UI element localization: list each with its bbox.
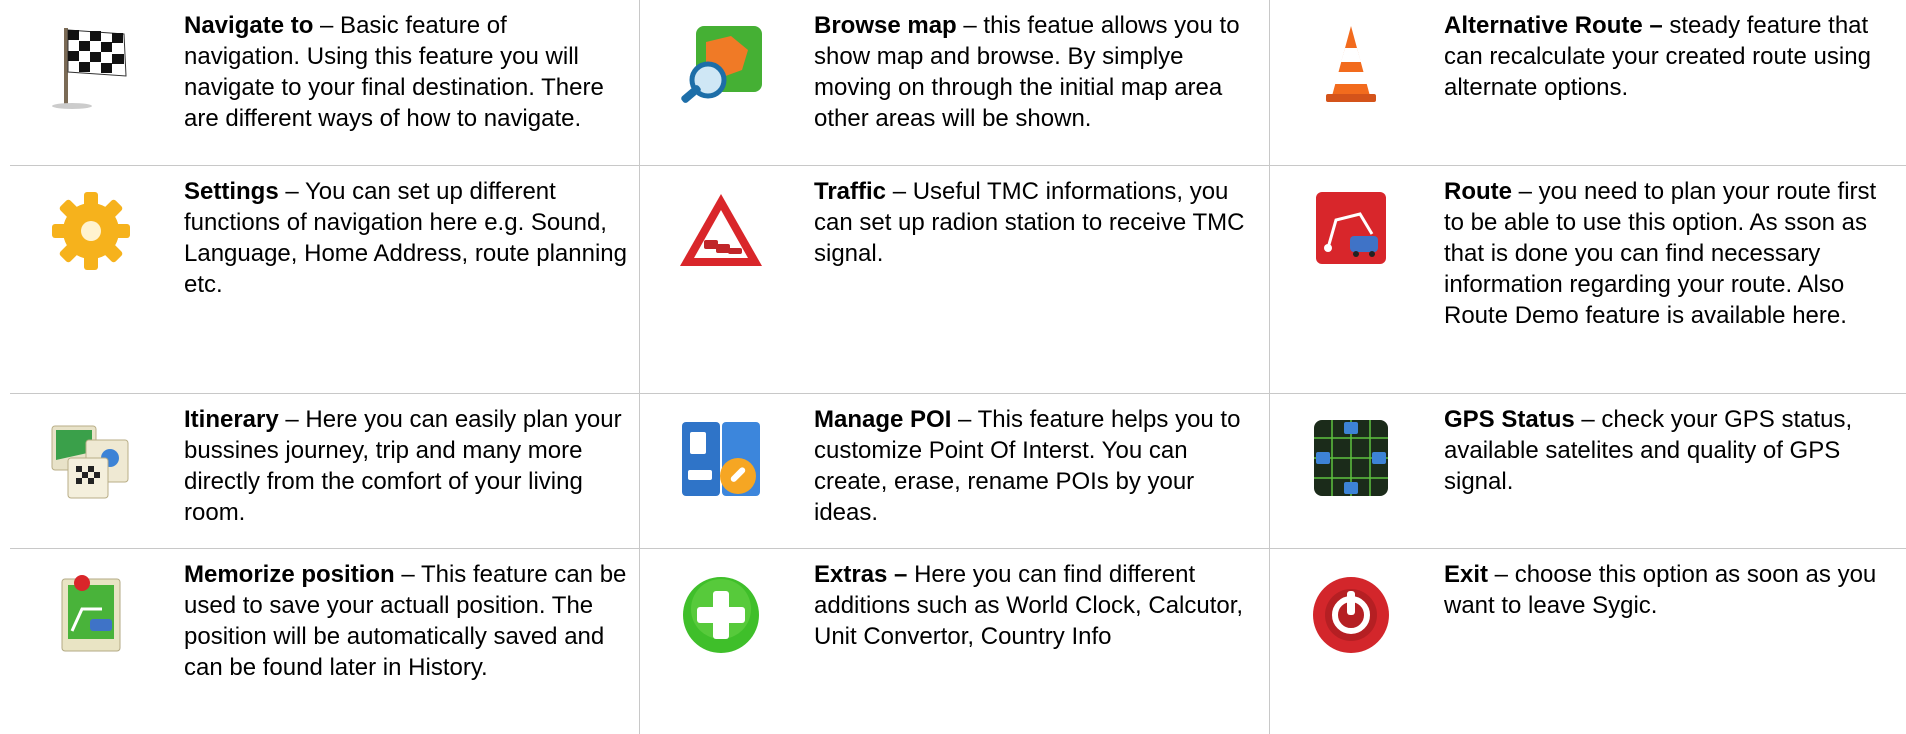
- feature-text: GPS Status – check your GPS status, avai…: [1444, 404, 1896, 497]
- feature-cell-browse-map: Browse map – this featue allows you to s…: [640, 0, 1270, 166]
- feature-title: Browse map: [814, 12, 957, 39]
- feature-title: Exit: [1444, 561, 1489, 588]
- feature-cell-extras: Extras – Here you can find different add…: [640, 549, 1270, 734]
- plus-circle-icon: [676, 569, 766, 659]
- feature-title: Extras –: [814, 561, 908, 588]
- feature-title: Navigate to: [184, 12, 314, 39]
- feature-cell-navigate-to: Navigate to – Basic feature of navigatio…: [10, 0, 640, 166]
- feature-cell-alternative-route: Alternative Route – steady feature that …: [1270, 0, 1906, 166]
- feature-text: Alternative Route – steady feature that …: [1444, 10, 1896, 103]
- feature-cell-route: Route – you need to plan your route firs…: [1270, 166, 1906, 394]
- feature-title: GPS Status: [1444, 406, 1575, 433]
- gear-icon: [46, 186, 136, 276]
- feature-cell-exit: Exit – choose this option as soon as you…: [1270, 549, 1906, 734]
- feature-cell-gps-status: GPS Status – check your GPS status, avai…: [1270, 394, 1906, 549]
- feature-description: – choose this option as soon as you want…: [1444, 561, 1877, 619]
- traffic-warning-icon: [676, 186, 766, 276]
- feature-text: Route – you need to plan your route firs…: [1444, 176, 1896, 331]
- feature-title: Traffic: [814, 178, 887, 205]
- feature-cell-manage-poi: Manage POI – This feature helps you to c…: [640, 394, 1270, 549]
- feature-text: Settings – You can set up different func…: [184, 176, 629, 300]
- feature-text: Navigate to – Basic feature of navigatio…: [184, 10, 629, 134]
- feature-cell-traffic: Traffic – Useful TMC informations, you c…: [640, 166, 1270, 394]
- feature-cell-settings: Settings – You can set up different func…: [10, 166, 640, 394]
- checkered-flag-icon: [46, 20, 136, 110]
- gps-compass-icon: [1306, 414, 1396, 504]
- feature-text: Browse map – this featue allows you to s…: [814, 10, 1259, 134]
- feature-text: Manage POI – This feature helps you to c…: [814, 404, 1259, 528]
- feature-title: Itinerary: [184, 406, 279, 433]
- feature-text: Memorize position – This feature can be …: [184, 559, 629, 683]
- feature-text: Exit – choose this option as soon as you…: [1444, 559, 1896, 621]
- feature-title: Settings: [184, 178, 279, 205]
- feature-text: Extras – Here you can find different add…: [814, 559, 1259, 652]
- route-icon: [1306, 186, 1396, 276]
- feature-title: Alternative Route –: [1444, 12, 1663, 39]
- features-table: Navigate to – Basic feature of navigatio…: [10, 0, 1906, 734]
- poi-manage-icon: [676, 414, 766, 504]
- feature-cell-memorize-position: Memorize position – This feature can be …: [10, 549, 640, 734]
- power-button-icon: [1306, 569, 1396, 659]
- feature-title: Route: [1444, 178, 1512, 205]
- map-magnifier-icon: [676, 20, 766, 110]
- itinerary-icon: [46, 414, 136, 504]
- memorize-pin-icon: [46, 569, 136, 659]
- feature-cell-itinerary: Itinerary – Here you can easily plan you…: [10, 394, 640, 549]
- feature-title: Manage POI: [814, 406, 952, 433]
- feature-text: Itinerary – Here you can easily plan you…: [184, 404, 629, 528]
- traffic-cone-icon: [1306, 20, 1396, 110]
- feature-text: Traffic – Useful TMC informations, you c…: [814, 176, 1259, 269]
- feature-title: Memorize position: [184, 561, 395, 588]
